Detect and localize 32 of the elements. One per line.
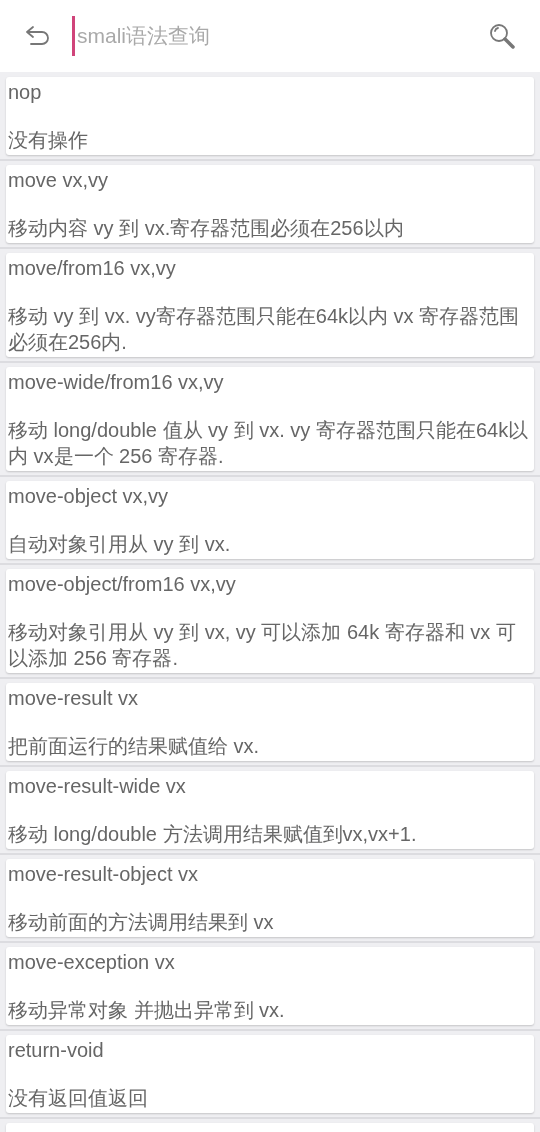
search-icon [488, 22, 516, 50]
instruction-title: move-object vx,vy [8, 484, 170, 509]
instruction-title: move/from16 vx,vy [8, 256, 177, 281]
instruction-title: move-object/from16 vx,vy [8, 572, 237, 597]
list-card[interactable]: move-object vx,vy 自动对象引用从 vy 到 vx. [6, 481, 534, 559]
list-card[interactable]: move-result vx 把前面运行的结果赋值给 vx. [6, 683, 534, 761]
list-card[interactable]: return-void 没有返回值返回 [6, 1035, 534, 1113]
list-card[interactable]: move-exception vx 移动异常对象 并抛出异常到 vx. [6, 947, 534, 1025]
list-card[interactable]: move-object/from16 vx,vy 移动对象引用从 vy 到 vx, vy 可以添加 64k 寄存器和 vx 可以添加 256 寄存器. [6, 569, 534, 673]
list-card[interactable]: move-wide/from16 vx,vy 移动 long/double 值从 vy 到 vx. vy 寄存器范围只能在64k以内 vx是一个 256 寄存器. [6, 367, 534, 471]
back-icon [25, 25, 51, 47]
list-card[interactable]: move/from16 vx,vy 移动 vy 到 vx. vy寄存器范围只能在64k以内 vx 寄存器范围必须在256内. [6, 253, 534, 357]
instruction-description: 移动前面的方法调用结果到 vx [8, 910, 275, 935]
instruction-title: nop [8, 80, 43, 105]
instruction-title: return-void [8, 1038, 105, 1063]
instruction-description: 移动 long/double 值从 vy 到 vx. vy 寄存器范围只能在64k以内 vx是一个 256 寄存器. [8, 418, 530, 469]
instruction-title: move vx,vy [8, 168, 110, 193]
instruction-title: move-exception vx [8, 950, 176, 975]
instruction-description: 把前面运行的结果赋值给 vx. [8, 734, 261, 759]
list-card[interactable]: move-result-wide vx 移动 long/double 方法调用结果赋值到vx,vx+1. [6, 771, 534, 849]
instruction-title: move-result-wide vx [8, 774, 187, 799]
instruction-description: 移动 long/double 方法调用结果赋值到vx,vx+1. [8, 822, 418, 847]
instruction-title: move-result-object vx [8, 862, 200, 887]
instruction-description: 没有操作 [8, 128, 89, 153]
instruction-title: move-wide/from16 vx,vy [8, 370, 225, 395]
instruction-description: 移动异常对象 并抛出异常到 vx. [8, 998, 286, 1023]
instruction-description: 自动对象引用从 vy 到 vx. [8, 532, 232, 557]
instruction-description: 移动内容 vy 到 vx.寄存器范围必须在256以内 [8, 216, 405, 241]
instruction-title: move-result vx [8, 686, 140, 711]
instruction-description: 没有返回值返回 [8, 1086, 149, 1111]
instruction-description: 移动 vy 到 vx. vy寄存器范围只能在64k以内 vx 寄存器范围必须在256内. [8, 304, 521, 355]
instruction-description: 移动对象引用从 vy 到 vx, vy 可以添加 64k 寄存器和 vx 可以添加 256 寄存器. [8, 620, 517, 671]
